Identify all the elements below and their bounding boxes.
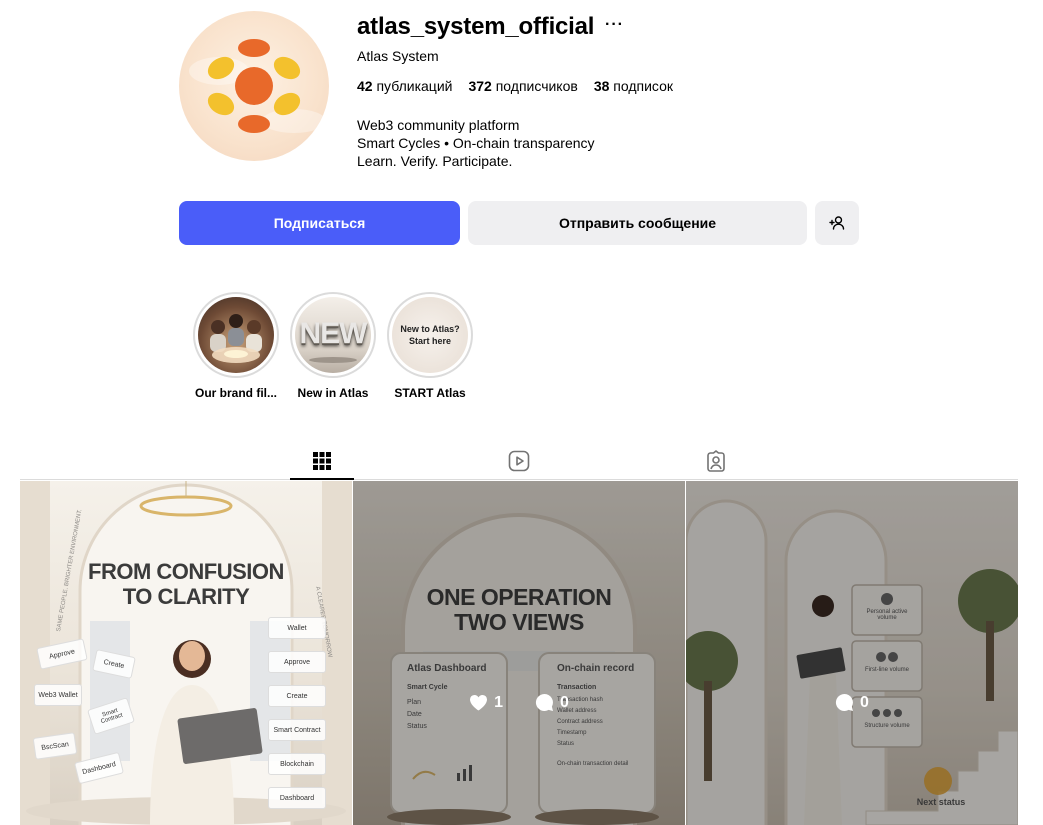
- active-tab-indicator: [290, 478, 354, 480]
- post-stats: 0: [686, 693, 1018, 712]
- comment-icon: [535, 693, 553, 711]
- message-button[interactable]: Отправить сообщение: [468, 201, 807, 245]
- highlight-label: New in Atlas: [297, 386, 369, 400]
- floating-card: Web3 Wallet: [34, 684, 82, 706]
- tab-reels[interactable]: [487, 443, 551, 479]
- following-count[interactable]: 38 подписок: [594, 78, 673, 94]
- tagged-icon: [707, 450, 725, 472]
- grid-icon: [313, 452, 331, 470]
- flow-step: Create: [268, 685, 326, 707]
- highlight-cover: New to Atlas? Start here: [392, 297, 468, 373]
- comment-icon: [835, 693, 854, 711]
- flow-step: Smart Contract: [268, 719, 326, 741]
- atlas-logo: [189, 39, 326, 133]
- post-tile[interactable]: Personal active volume First-line volume…: [686, 481, 1018, 825]
- posts-grid: FROM CONFUSION TO CLARITY SAME PEOPLE. B…: [20, 481, 1018, 825]
- heart-icon: [470, 695, 488, 711]
- tab-tagged[interactable]: [684, 443, 748, 479]
- flow-step: Approve: [268, 651, 326, 673]
- tabs-divider: [20, 479, 1018, 480]
- highlight-label: Our brand fil...: [194, 386, 277, 400]
- post-stats: 1 0: [353, 693, 685, 712]
- highlight-label: START Atlas: [394, 386, 466, 400]
- suggest-accounts-button[interactable]: [815, 201, 859, 245]
- bio-line: Smart Cycles • On-chain transparency: [357, 135, 595, 151]
- highlight-cover: NEW: [295, 297, 371, 373]
- add-person-icon: [829, 216, 845, 230]
- bio: Web3 community platform Smart Cycles • O…: [357, 116, 595, 170]
- highlight-art-text: New to Atlas?: [400, 324, 460, 334]
- highlight-new-in-atlas[interactable]: NEW New in Atlas: [290, 292, 376, 400]
- flow-steps: Wallet Approve Create Smart Contract Blo…: [268, 617, 326, 809]
- more-options-icon[interactable]: ···: [605, 16, 624, 34]
- hover-overlay: [686, 481, 1018, 825]
- bio-line: Web3 community platform: [357, 117, 520, 133]
- full-name: Atlas System: [357, 48, 439, 64]
- highlight-ring: [193, 292, 279, 378]
- followers-count[interactable]: 372 подписчиков: [468, 78, 577, 94]
- profile-stats: 42 публикаций 372 подписчиков 38 подписо…: [357, 78, 673, 94]
- comments-count: 0: [835, 693, 869, 712]
- flow-step: Blockchain: [268, 753, 326, 775]
- flow-step: Wallet: [268, 617, 326, 639]
- highlight-ring: New to Atlas? Start here: [387, 292, 473, 378]
- post-tile[interactable]: FROM CONFUSION TO CLARITY SAME PEOPLE. B…: [20, 481, 352, 825]
- group-photo-icon: [210, 314, 262, 363]
- highlight-art-text: Start here: [408, 336, 452, 346]
- likes-count: 1: [469, 693, 503, 712]
- comments-count: 0: [535, 693, 569, 712]
- profile-avatar[interactable]: [179, 11, 329, 161]
- tab-posts[interactable]: [290, 443, 354, 479]
- hover-overlay: [353, 481, 685, 825]
- post-tile[interactable]: ONE OPERATION TWO VIEWS Atlas Dashboard …: [353, 481, 685, 825]
- follow-button[interactable]: Подписаться: [179, 201, 460, 245]
- highlight-ring: NEW: [290, 292, 376, 378]
- highlight-start-atlas[interactable]: New to Atlas? Start here START Atlas: [387, 292, 473, 400]
- reels-icon: [508, 450, 530, 472]
- highlight-art-text: NEW: [299, 317, 368, 350]
- highlight-cover: [198, 297, 274, 373]
- bio-line: Learn. Verify. Participate.: [357, 153, 513, 169]
- flow-step: Dashboard: [268, 787, 326, 809]
- username: atlas_system_official: [357, 13, 595, 40]
- posts-count: 42 публикаций: [357, 78, 453, 94]
- highlight-brand-film[interactable]: Our brand fil...: [193, 292, 279, 400]
